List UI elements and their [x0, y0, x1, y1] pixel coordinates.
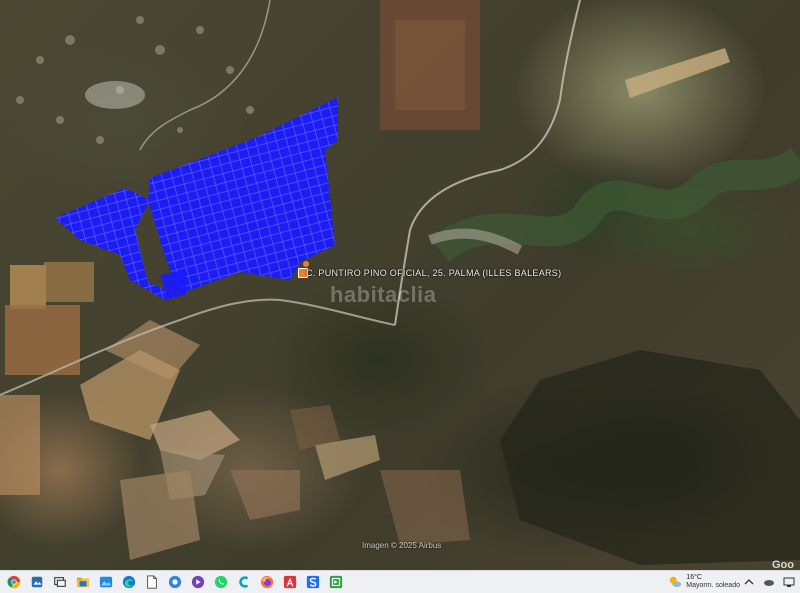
photos-viewer-icon[interactable] [166, 573, 184, 591]
acrobat-icon[interactable] [281, 573, 299, 591]
chevron-up-icon[interactable] [742, 575, 756, 589]
map-provider-logo: Goo [772, 559, 794, 570]
file-explorer-icon[interactable] [74, 573, 92, 591]
firefox-icon[interactable] [258, 573, 276, 591]
app-s-icon[interactable] [304, 573, 322, 591]
location-label: C. PUNTIRO PINO OFICIAL, 25. PALMA (ILLE… [306, 268, 562, 278]
system-tray: 16°C Mayorm. soleado [668, 571, 800, 593]
task-view-icon[interactable] [51, 573, 69, 591]
chrome-icon[interactable] [5, 573, 23, 591]
edge-icon[interactable] [120, 573, 138, 591]
watermark-text: habitaclia [330, 282, 437, 307]
location-marker[interactable] [303, 261, 309, 267]
whatsapp-icon[interactable] [212, 573, 230, 591]
sound-icon[interactable] [189, 573, 207, 591]
document-icon[interactable] [143, 573, 161, 591]
network-icon[interactable] [782, 575, 796, 589]
weather-widget[interactable]: 16°C Mayorm. soleado [668, 574, 740, 590]
app-c-icon[interactable] [235, 573, 253, 591]
map-attribution: Imagen © 2025 Airbus [362, 541, 442, 550]
parcel-main[interactable] [148, 97, 338, 292]
photos-icon[interactable] [97, 573, 115, 591]
image-editor-icon[interactable] [28, 573, 46, 591]
app-green-icon[interactable] [327, 573, 345, 591]
taskbar: 16°C Mayorm. soleado [0, 570, 800, 593]
sun-cloud-icon [670, 576, 682, 587]
weather-description: Mayorm. soleado [686, 582, 740, 589]
onedrive-icon[interactable] [762, 575, 776, 589]
weather-temperature: 16°C [686, 574, 702, 581]
satellite-map[interactable]: C. PUNTIRO PINO OFICIAL, 25. PALMA (ILLE… [0, 0, 800, 570]
